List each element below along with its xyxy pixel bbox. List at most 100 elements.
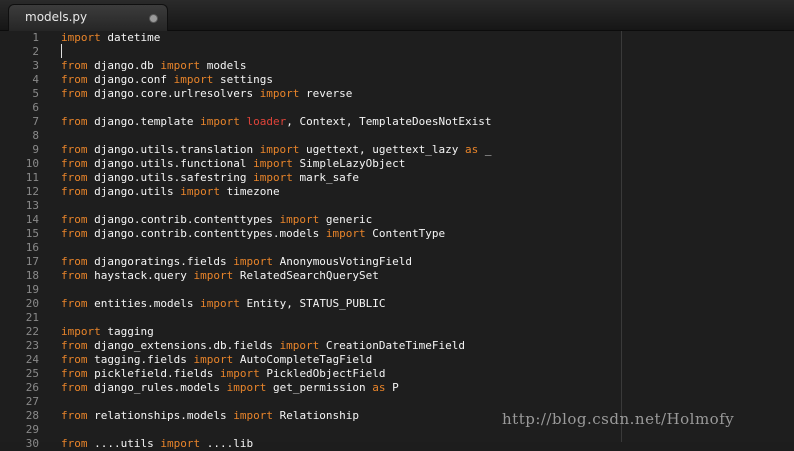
code-line[interactable]: 1 import datetime [0, 31, 794, 45]
code-token: django.utils.translation [87, 143, 260, 156]
code-line[interactable]: 24 from tagging.fields import AutoComplet… [0, 353, 794, 367]
code-token: models [200, 59, 247, 72]
keyword-token: import [325, 227, 366, 240]
line-text: from django.core.urlresolvers import rev… [61, 87, 352, 101]
code-line[interactable]: 4 from django.conf import settings [0, 73, 794, 87]
code-line[interactable]: 2 [0, 45, 794, 59]
line-text: from tagging.fields import AutoCompleteT… [61, 353, 372, 367]
line-number: 19 [25, 283, 39, 296]
line-number: 4 [32, 73, 39, 86]
tab-title: models.py [25, 10, 88, 24]
line-number: 25 [25, 367, 39, 380]
keyword-token: import [61, 325, 101, 338]
line-text: from django.db import models [61, 59, 246, 73]
code-token: ContentType [365, 227, 446, 240]
line-text: from ....utils import ....lib [61, 437, 253, 451]
code-line[interactable]: 15 from django.contrib.contenttypes.model… [0, 227, 794, 241]
code-line[interactable]: 6 [0, 101, 794, 115]
code-line[interactable]: 10 from django.utils.functional import Si… [0, 157, 794, 171]
line-text: from django.utils.functional import Simp… [61, 157, 405, 171]
keyword-token: from [61, 157, 88, 170]
code-line[interactable]: 26 from django_rules.models import get_pe… [0, 381, 794, 395]
keyword-token: import [233, 255, 273, 268]
unsaved-dot-icon[interactable] [149, 14, 158, 23]
keyword-token: as [465, 143, 479, 156]
code-token: generic [319, 213, 373, 226]
keyword-token: import [61, 31, 101, 44]
line-text: from djangoratings.fields import Anonymo… [61, 255, 412, 269]
line-number: 20 [25, 297, 39, 310]
line-number: 29 [25, 423, 39, 436]
code-token: Relationship [272, 409, 360, 422]
line-number: 7 [32, 115, 39, 128]
code-line[interactable]: 22 import tagging [0, 325, 794, 339]
code-token: P [385, 381, 399, 394]
code-token: Entity, STATUS_PUBLIC [239, 297, 386, 310]
keyword-token: as [372, 381, 386, 394]
code-token: django.conf [87, 73, 174, 86]
line-number: 23 [25, 339, 39, 352]
code-token: settings [213, 73, 273, 86]
tab-models-py[interactable]: models.py [8, 4, 168, 31]
line-number: 17 [25, 255, 39, 268]
keyword-token: from [61, 353, 88, 366]
line-number: 5 [32, 87, 39, 100]
code-line[interactable]: 7 from django.template import loader, Con… [0, 115, 794, 129]
line-text: from django.utils.translation import uge… [61, 143, 492, 157]
keyword-token: from [61, 59, 88, 72]
code-line[interactable]: 11 from django.utils.safestring import ma… [0, 171, 794, 185]
code-line[interactable]: 16 [0, 241, 794, 255]
keyword-token: from [61, 367, 88, 380]
line-number: 6 [32, 101, 39, 114]
code-token: django.utils [87, 185, 181, 198]
keyword-token: from [61, 409, 88, 422]
line-text: from haystack.query import RelatedSearch… [61, 269, 379, 283]
code-line[interactable]: 3 from django.db import models [0, 59, 794, 73]
code-line[interactable]: 30 from ....utils import ....lib [0, 437, 794, 451]
code-line[interactable]: 9 from django.utils.translation import ug… [0, 143, 794, 157]
code-token: django.utils.safestring [87, 171, 254, 184]
code-line[interactable]: 25 from picklefield.fields import Pickled… [0, 367, 794, 381]
code-token: AnonymousVotingField [272, 255, 413, 268]
code-line[interactable]: 12 from django.utils import timezone [0, 185, 794, 199]
code-line[interactable]: 27 [0, 395, 794, 409]
code-token: django.db [87, 59, 161, 72]
line-number: 1 [32, 31, 39, 44]
code-line[interactable]: 21 [0, 311, 794, 325]
code-line[interactable]: 23 from django_extensions.db.fields impor… [0, 339, 794, 353]
line-number: 15 [25, 227, 39, 240]
keyword-token: from [61, 185, 88, 198]
line-text: import tagging [61, 325, 154, 339]
keyword-token: import [200, 115, 240, 128]
line-number: 30 [25, 437, 39, 450]
code-line[interactable]: 20 from entities.models import Entity, ST… [0, 297, 794, 311]
watermark: http://blog.csdn.net/Holmofy [502, 410, 735, 428]
keyword-token: from [61, 227, 88, 240]
tab-bar: models.py [0, 0, 794, 31]
code-line[interactable]: 17 from djangoratings.fields import Anony… [0, 255, 794, 269]
line-text: from django.utils.safestring import mark… [61, 171, 359, 185]
line-text: import datetime [61, 31, 160, 45]
code-line[interactable]: 19 [0, 283, 794, 297]
line-number: 28 [25, 409, 39, 422]
code-line[interactable]: 8 [0, 129, 794, 143]
keyword-token: import [193, 353, 234, 366]
line-number: 12 [25, 185, 39, 198]
line-number: 22 [25, 325, 39, 338]
keyword-token: from [61, 87, 88, 100]
keyword-token: import [160, 59, 201, 72]
code-token: timezone [219, 185, 280, 198]
code-editor[interactable]: 1 import datetime 2 3 from django.db import … [0, 31, 794, 450]
code-line[interactable]: 14 from django.contrib.contenttypes impor… [0, 213, 794, 227]
keyword-token: from [61, 381, 88, 394]
line-text: from django.utils import timezone [61, 185, 280, 199]
code-line[interactable]: 5 from django.core.urlresolvers import re… [0, 87, 794, 101]
line-number: 26 [25, 381, 39, 394]
line-number: 16 [25, 241, 39, 254]
keyword-token: from [61, 73, 88, 86]
keyword-token: import [219, 367, 260, 380]
keyword-token: import [279, 339, 320, 352]
keyword-token: import [173, 73, 214, 86]
code-line[interactable]: 18 from haystack.query import RelatedSear… [0, 269, 794, 283]
code-line[interactable]: 13 [0, 199, 794, 213]
